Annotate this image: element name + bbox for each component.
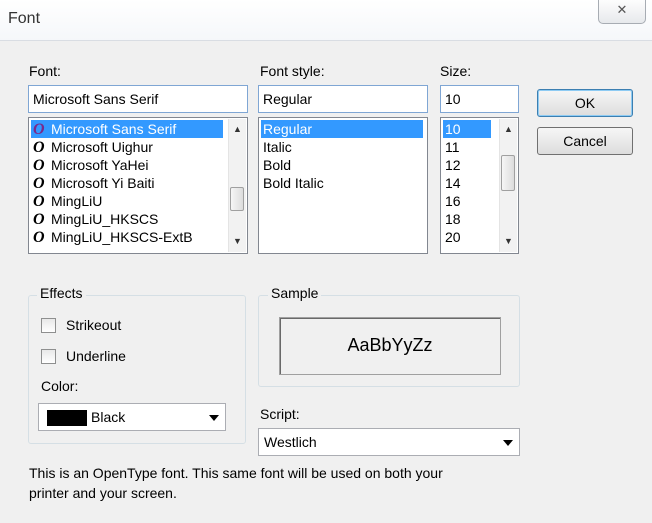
- font-item-label: Microsoft Sans Serif: [51, 121, 177, 137]
- opentype-font-icon: O: [33, 229, 45, 246]
- sample-title: Sample: [268, 285, 322, 301]
- font-item-label: Microsoft Yi Baiti: [51, 175, 155, 191]
- size-list-item[interactable]: 18: [443, 210, 461, 228]
- color-label: Color:: [41, 378, 79, 394]
- color-value: Black: [91, 409, 126, 425]
- strikeout-checkbox[interactable]: [41, 318, 56, 333]
- opentype-font-icon: O: [33, 211, 45, 228]
- chevron-down-icon: [209, 415, 219, 421]
- scroll-up-icon[interactable]: ▲: [500, 121, 517, 138]
- opentype-font-icon: O: [33, 193, 45, 210]
- font-item-label: Microsoft YaHei: [51, 157, 149, 173]
- font-list-item[interactable]: O Microsoft Uighur: [31, 138, 153, 156]
- style-list-item[interactable]: Italic: [261, 138, 292, 156]
- size-list-scrollbar[interactable]: ▲ ▼: [499, 119, 517, 252]
- font-item-label: MingLiU_HKSCS: [51, 211, 159, 227]
- scroll-thumb[interactable]: [501, 155, 515, 191]
- font-item-label: MingLiU_HKSCS-ExtB: [51, 229, 193, 245]
- size-list-item[interactable]: 14: [443, 174, 461, 192]
- size-input[interactable]: 10: [440, 85, 519, 113]
- font-style-list[interactable]: Regular Italic Bold Bold Italic: [258, 117, 428, 254]
- script-value: Westlich: [264, 434, 317, 450]
- underline-label[interactable]: Underline: [66, 348, 126, 364]
- font-label: Font:: [29, 63, 61, 79]
- sample-text: AaBbYyZz: [347, 335, 433, 355]
- font-list-item[interactable]: O MingLiU: [31, 192, 102, 210]
- font-style-input[interactable]: Regular: [258, 85, 428, 113]
- strikeout-label[interactable]: Strikeout: [66, 317, 121, 333]
- opentype-font-icon: O: [33, 157, 45, 174]
- scroll-down-icon[interactable]: ▼: [500, 233, 517, 250]
- font-list[interactable]: O Microsoft Sans Serif O Microsoft Uighur …: [28, 117, 248, 254]
- size-list-item[interactable]: 10: [443, 120, 491, 138]
- font-info-line-2: printer and your screen.: [29, 485, 177, 501]
- window-title: Font: [8, 10, 41, 27]
- font-list-item[interactable]: O MingLiU_HKSCS-ExtB: [31, 228, 193, 246]
- close-button[interactable]: ✕: [598, 0, 646, 24]
- font-list-item[interactable]: O Microsoft Yi Baiti: [31, 174, 154, 192]
- font-item-label: Microsoft Uighur: [51, 139, 153, 155]
- opentype-font-icon: O: [33, 121, 45, 138]
- font-list-item[interactable]: O Microsoft YaHei: [31, 156, 149, 174]
- color-swatch: [47, 410, 87, 426]
- effects-title: Effects: [37, 285, 86, 301]
- sample-preview: AaBbYyZz: [279, 317, 501, 375]
- underline-checkbox[interactable]: [41, 349, 56, 364]
- color-select[interactable]: Black: [38, 403, 226, 431]
- font-list-item[interactable]: O Microsoft Sans Serif: [31, 120, 223, 138]
- font-list-item[interactable]: O MingLiU_HKSCS: [31, 210, 158, 228]
- script-select[interactable]: Westlich: [258, 428, 520, 456]
- style-list-item[interactable]: Bold: [261, 156, 291, 174]
- font-item-label: MingLiU: [51, 193, 103, 209]
- size-list[interactable]: 10 11 12 14 16 18 20 ▲ ▼: [440, 117, 519, 254]
- close-icon: ✕: [616, 2, 628, 17]
- size-list-item[interactable]: 12: [443, 156, 461, 174]
- font-dialog: Font ✕ Font: Microsoft Sans Serif O Micro…: [0, 0, 652, 523]
- font-style-label: Font style:: [260, 63, 325, 79]
- scroll-up-icon[interactable]: ▲: [229, 121, 246, 138]
- size-list-item[interactable]: 16: [443, 192, 461, 210]
- chevron-down-icon: [503, 440, 513, 446]
- font-name-input[interactable]: Microsoft Sans Serif: [28, 85, 248, 113]
- title-bar[interactable]: Font ✕: [0, 0, 652, 41]
- style-list-item[interactable]: Regular: [261, 120, 423, 138]
- script-label: Script:: [260, 406, 300, 422]
- scroll-down-icon[interactable]: ▼: [229, 233, 246, 250]
- font-list-scrollbar[interactable]: ▲ ▼: [228, 119, 246, 252]
- ok-button[interactable]: OK: [537, 89, 633, 117]
- opentype-font-icon: O: [33, 139, 45, 156]
- cancel-button[interactable]: Cancel: [537, 127, 633, 155]
- size-label: Size:: [440, 63, 472, 79]
- size-list-item[interactable]: 20: [443, 228, 461, 246]
- opentype-font-icon: O: [33, 175, 45, 192]
- size-list-item[interactable]: 11: [443, 138, 460, 156]
- style-list-item[interactable]: Bold Italic: [261, 174, 324, 192]
- font-info-line-1: This is an OpenType font. This same font…: [29, 465, 443, 481]
- scroll-thumb[interactable]: [230, 187, 244, 211]
